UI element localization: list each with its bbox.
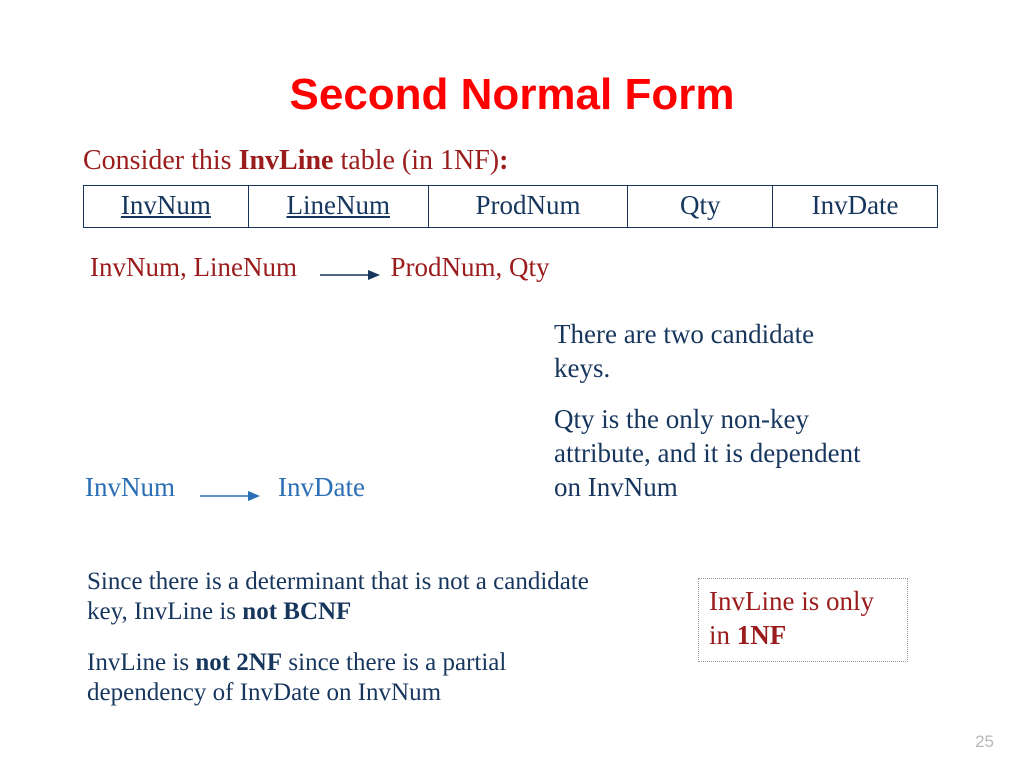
box-bold: 1NF — [737, 620, 787, 650]
subtitle-bold: InvLine — [239, 145, 334, 176]
subtitle: Consider this InvLine table (in 1NF): — [83, 145, 508, 177]
callout-box: InvLine is only in 1NF — [698, 578, 908, 662]
slide-title: Second Normal Form — [0, 70, 1024, 120]
table-row: InvNum LineNum ProdNum Qty InvDate — [84, 186, 938, 228]
col-header: InvNum — [84, 186, 249, 228]
col-header-label: Qty — [680, 190, 721, 220]
col-header: ProdNum — [428, 186, 628, 228]
subtitle-colon: : — [499, 145, 508, 176]
col-header-label: ProdNum — [476, 190, 581, 220]
box-text: InvLine is only in — [709, 586, 874, 650]
col-header-label: LineNum — [286, 190, 389, 220]
col-header: Qty — [628, 186, 773, 228]
slide: Second Normal Form Consider this InvLine… — [0, 0, 1024, 768]
fd1-rhs: ProdNum, Qty — [390, 252, 549, 282]
subtitle-pre: Consider this — [83, 145, 239, 176]
note-candidate-keys: There are two candidate keys. — [554, 318, 834, 386]
fd2-lhs: InvNum — [85, 472, 175, 503]
fd1-lhs: InvNum, LineNum — [90, 252, 297, 282]
col-header: LineNum — [248, 186, 428, 228]
paragraph-bcnf: Since there is a determinant that is not… — [87, 567, 607, 627]
col-header-label: InvDate — [812, 190, 899, 220]
page-number: 25 — [975, 732, 994, 752]
paragraph-2nf: InvLine is not 2NF since there is a part… — [87, 648, 587, 708]
arrow-icon — [200, 489, 260, 503]
columns-table: InvNum LineNum ProdNum Qty InvDate — [83, 185, 938, 228]
note-qty: Qty is the only non-key attribute, and i… — [554, 403, 894, 504]
col-header-label: InvNum — [121, 190, 211, 220]
subtitle-post: table (in 1NF) — [334, 145, 500, 176]
para2-bold: not 2NF — [195, 649, 282, 676]
fd2-rhs: InvDate — [278, 472, 365, 503]
arrow-icon — [320, 268, 380, 282]
para2-text-a: InvLine is — [87, 649, 195, 676]
col-header: InvDate — [773, 186, 938, 228]
para1-bold: not BCNF — [242, 598, 351, 625]
